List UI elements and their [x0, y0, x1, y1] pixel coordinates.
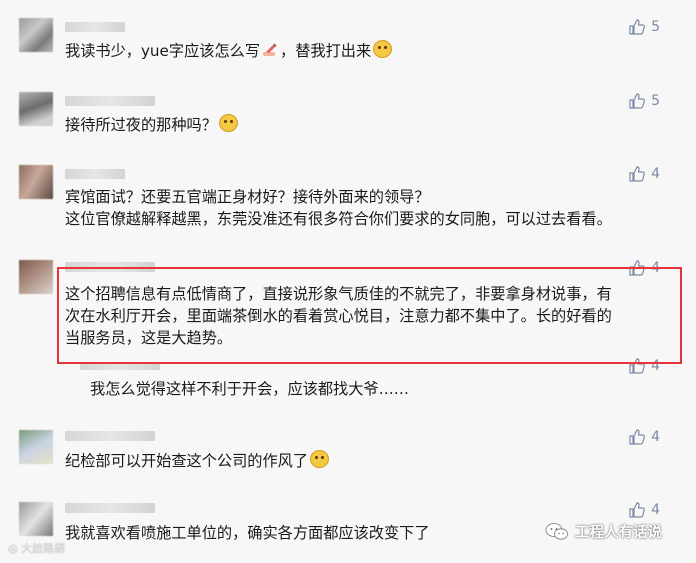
like-count: 4 — [651, 502, 660, 518]
like-button[interactable]: 4 — [629, 166, 660, 182]
smile-cat-emoji-icon — [310, 450, 329, 468]
weibo-logo-icon: ◎ — [8, 542, 22, 555]
thumbs-up-icon — [629, 93, 645, 109]
comment-text-line-2: 这位官僚越解释越黑，东莞没准还有很多符合你们要求的女同胞，可以过去看看。 — [65, 210, 612, 228]
like-button[interactable]: 5 — [629, 19, 660, 35]
writing-hand-icon — [262, 43, 278, 57]
comment-text: 接待所过夜的那种吗？ — [65, 114, 238, 136]
avatar[interactable] — [19, 502, 53, 536]
thumbs-up-icon — [629, 502, 645, 518]
watermark-right: 工程人有话说 — [545, 521, 662, 542]
thumbs-up-icon — [629, 429, 645, 445]
smile-cat-emoji-icon — [218, 114, 238, 132]
smile-cat-emoji-icon — [373, 40, 393, 58]
avatar[interactable] — [19, 92, 53, 126]
like-count: 5 — [651, 19, 660, 35]
nickname[interactable] — [65, 22, 125, 32]
like-button[interactable]: 5 — [629, 93, 660, 109]
like-count: 5 — [651, 93, 660, 109]
avatar[interactable] — [19, 430, 53, 464]
comment-text: 我读书少，yue字应该怎么写 ，替我打出来 — [65, 40, 393, 62]
thumbs-up-icon — [629, 166, 645, 182]
watermark-left: ◎ 大啟路語 — [8, 542, 66, 555]
nickname[interactable] — [65, 431, 155, 441]
like-button[interactable]: 4 — [629, 502, 660, 518]
avatar[interactable] — [19, 18, 53, 52]
reply-text: 我怎么觉得这样不利于开会，应该都找大爷…… — [90, 380, 409, 398]
like-button[interactable]: 4 — [629, 429, 660, 445]
like-count: 4 — [651, 166, 660, 182]
avatar[interactable] — [19, 260, 53, 294]
nickname[interactable] — [65, 503, 155, 513]
comment-text-line-1: 宾馆面试？还要五官端正身材好？接待外面来的领导？ — [65, 188, 430, 206]
avatar[interactable] — [19, 165, 53, 199]
wechat-icon — [545, 522, 568, 540]
highlight-box — [57, 267, 682, 364]
nickname[interactable] — [65, 96, 155, 106]
comment-text: 纪检部可以开始查这个公司的作风了 — [65, 450, 329, 472]
thumbs-up-icon — [629, 19, 645, 35]
like-count: 4 — [651, 429, 660, 445]
nickname[interactable] — [65, 169, 125, 179]
comment-text: 我就喜欢看喷施工单位的，确实各方面都应该改变下了 — [65, 524, 430, 542]
